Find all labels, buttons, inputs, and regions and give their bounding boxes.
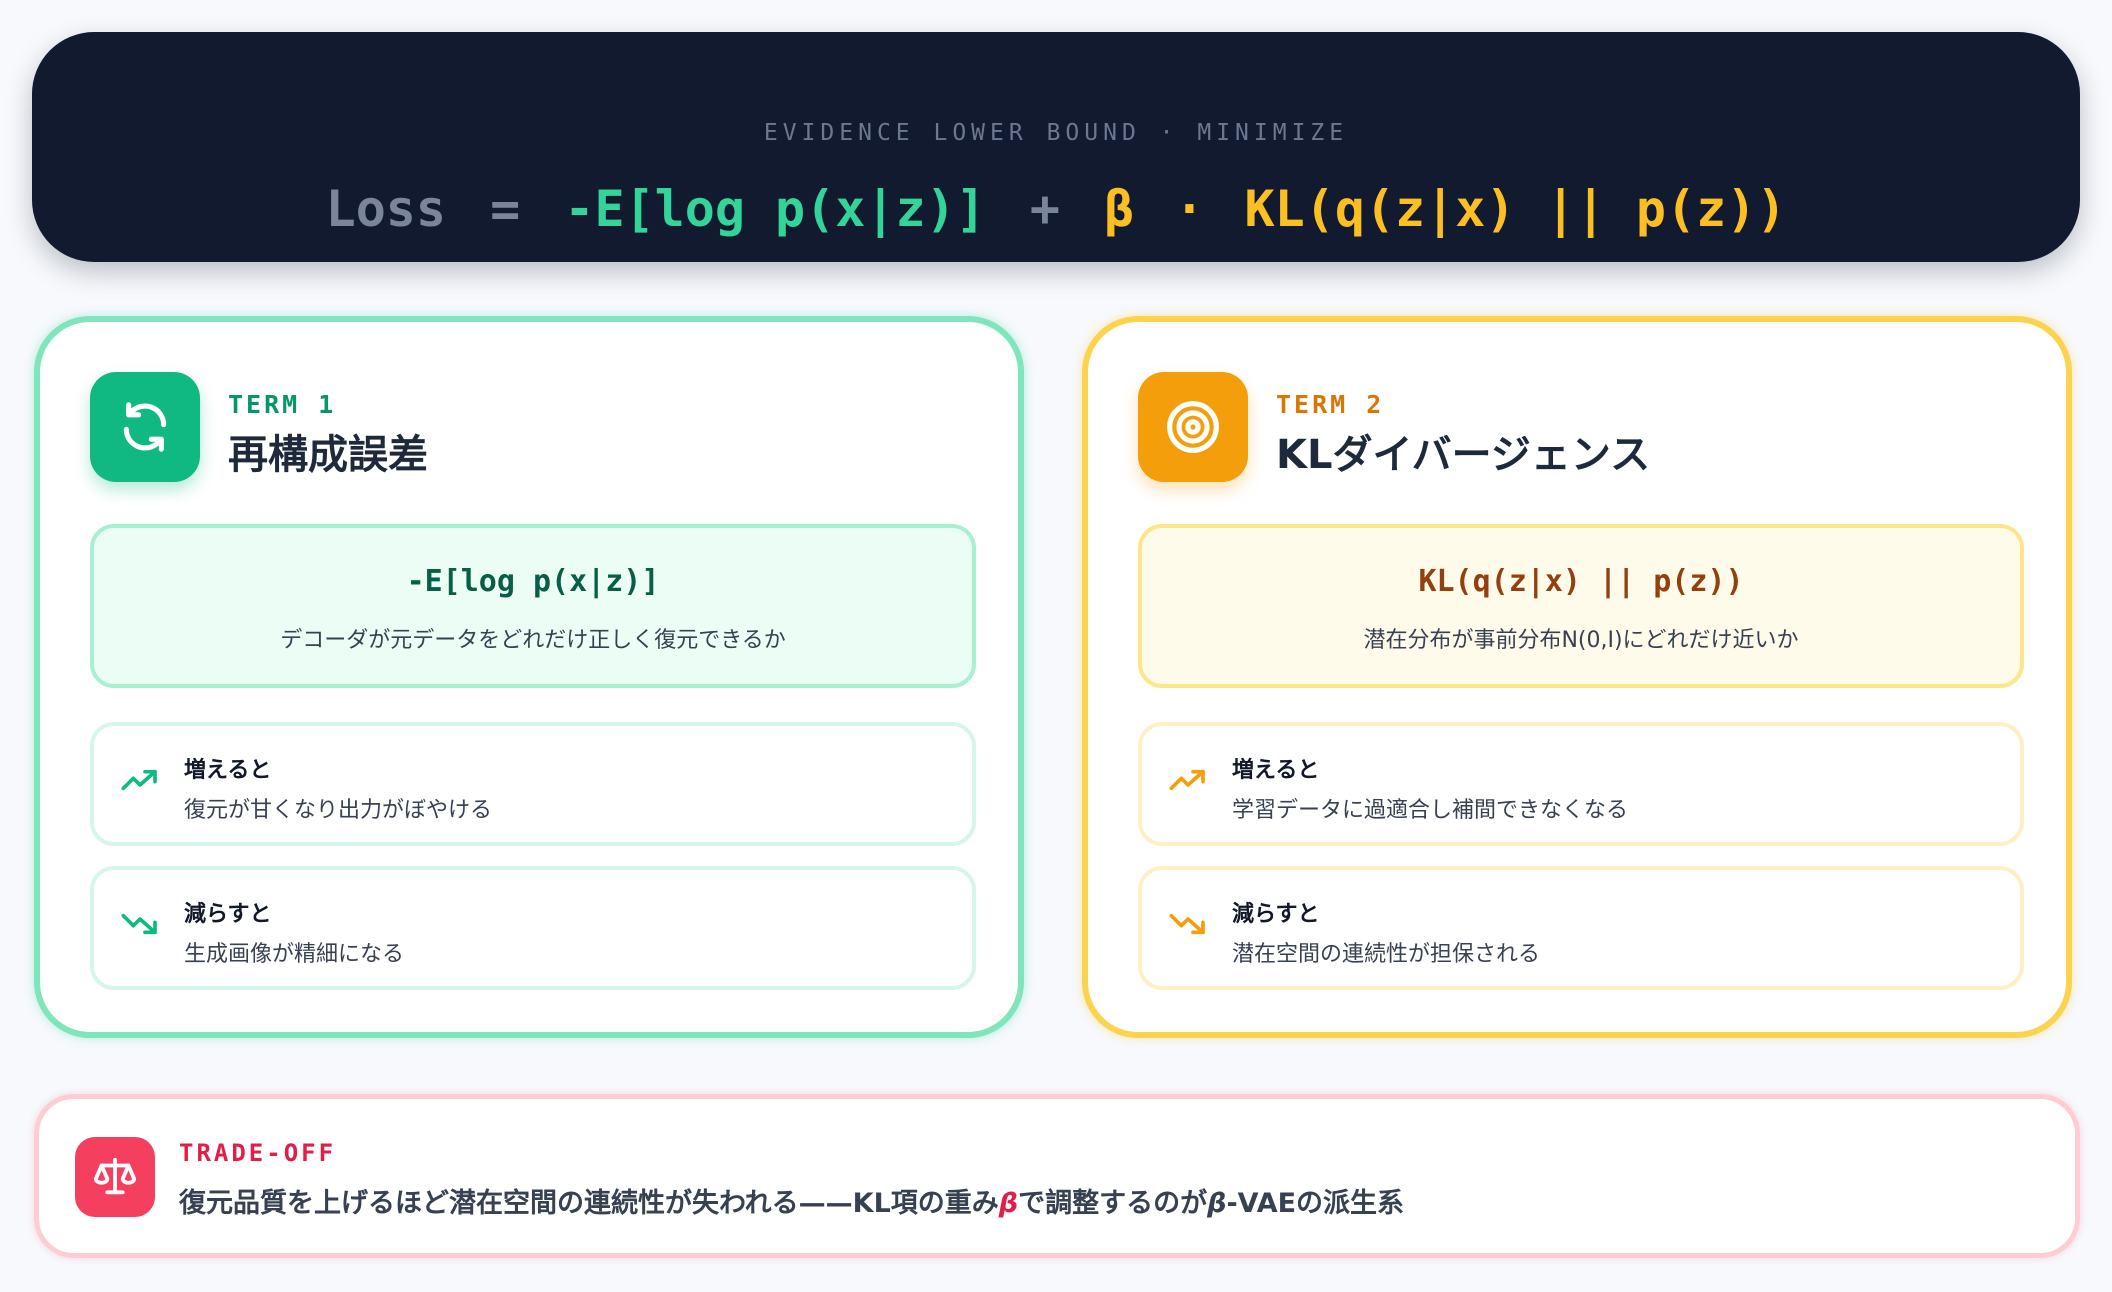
term-expression: -E[log p(x|z)] [406, 564, 660, 599]
term-label: TERM 2 [1276, 390, 1385, 419]
effect-decrease: 減らすと 生成画像が精細になる [90, 866, 976, 990]
loss-formula: Loss = -E[log p(x|z)] + β · KL(q(z|x) ||… [32, 174, 2080, 244]
effect-heading: 減らすと [184, 902, 272, 927]
formula-lhs: Loss [325, 180, 447, 238]
formula-equals: = [490, 180, 521, 238]
term-card-kl-divergence: TERM 2 KLダイバージェンス KL(q(z|x) || p(z)) 潜在分… [1082, 316, 2072, 1038]
effect-increase: 増えると 学習データに過適合し補間できなくなる [1138, 722, 2024, 846]
formula-dot: · [1174, 180, 1205, 238]
term-formula-box: -E[log p(x|z)] デコーダが元データをどれだけ正しく復元できるか [90, 524, 976, 688]
term-card-reconstruction: TERM 1 再構成誤差 -E[log p(x|z)] デコーダが元データをどれ… [34, 316, 1024, 1038]
trending-down-icon [1169, 913, 1205, 935]
term-title: KLダイバージェンス [1276, 432, 1651, 478]
term-formula-box: KL(q(z|x) || p(z)) 潜在分布が事前分布N(0,I)にどれだけ近… [1138, 524, 2024, 688]
effect-heading: 減らすと [1232, 902, 1320, 927]
formula-kl-term: KL(q(z|x) || p(z)) [1244, 180, 1787, 238]
term-description: デコーダが元データをどれだけ正しく復元できるか [280, 628, 786, 653]
tradeoff-panel: TRADE-OFF 復元品質を上げるほど潜在空間の連続性が失われる——KL項の重… [34, 1094, 2080, 1258]
effect-text: 復元が甘くなり出力がぼやける [184, 798, 493, 823]
term-expression: KL(q(z|x) || p(z)) [1418, 564, 1744, 599]
term-title: 再構成誤差 [228, 432, 428, 478]
effect-heading: 増えると [184, 758, 272, 783]
tradeoff-text-before: 復元品質を上げるほど潜在空間の連続性が失われる——KL項の重み [179, 1188, 999, 1219]
trending-up-icon [121, 769, 157, 791]
formula-recon-term: -E[log p(x|z)] [564, 180, 986, 238]
tradeoff-text: 復元品質を上げるほど潜在空間の連続性が失われる——KL項の重みβで調整するのがβ… [179, 1181, 1404, 1220]
tradeoff-beta-vae: β [1207, 1188, 1227, 1219]
tradeoff-label: TRADE-OFF [179, 1139, 337, 1167]
effect-text: 潜在空間の連続性が担保される [1232, 942, 1541, 967]
effect-text: 生成画像が精細になる [184, 942, 405, 967]
refresh-icon [90, 372, 200, 482]
effect-text: 学習データに過適合し補間できなくなる [1232, 798, 1629, 823]
tradeoff-text-middle: で調整するのが [1018, 1188, 1208, 1219]
term-description: 潜在分布が事前分布N(0,I)にどれだけ近いか [1363, 628, 1799, 653]
trending-up-icon [1169, 769, 1205, 791]
scale-icon [75, 1137, 155, 1217]
trending-down-icon [121, 913, 157, 935]
effect-decrease: 減らすと 潜在空間の連続性が担保される [1138, 866, 2024, 990]
formula-beta: β [1104, 180, 1135, 238]
target-icon [1138, 372, 1248, 482]
tradeoff-text-after: -VAEの派生系 [1226, 1188, 1405, 1219]
formula-banner: EVIDENCE LOWER BOUND · MINIMIZE Loss = -… [32, 32, 2080, 262]
formula-caption: EVIDENCE LOWER BOUND · MINIMIZE [763, 120, 1349, 146]
effect-increase: 増えると 復元が甘くなり出力がぼやける [90, 722, 976, 846]
term-label: TERM 1 [228, 390, 337, 419]
formula-plus: + [1029, 180, 1060, 238]
tradeoff-beta-highlight: β [998, 1188, 1019, 1219]
effect-heading: 増えると [1232, 758, 1320, 783]
